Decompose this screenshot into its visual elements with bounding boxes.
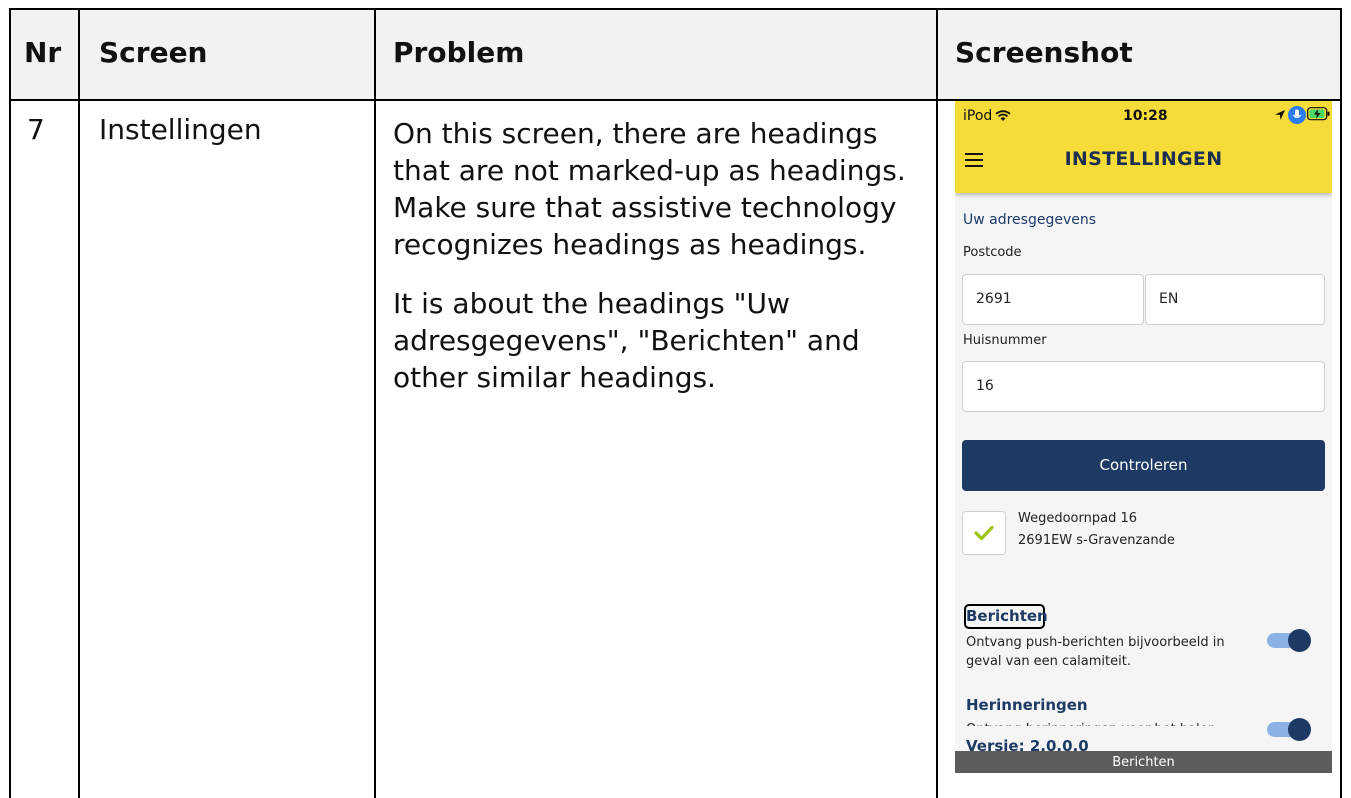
cell-nr: 7 <box>27 113 45 146</box>
table-header-background <box>10 9 1341 100</box>
address-section-heading: Uw adresgegevens <box>963 212 1097 228</box>
status-carrier: iPod <box>963 108 993 124</box>
tab-messages[interactable]: Berichten <box>955 751 1332 773</box>
battery-icon <box>1307 107 1330 121</box>
verified-address-city: 2691EW s-Gravenzande <box>1018 533 1175 548</box>
problem-paragraph: It is about the headings "Uw adresgegeve… <box>393 287 860 394</box>
app-bar: iPod 10:28 INSTELLINGEN <box>955 101 1332 193</box>
status-time: 10:28 <box>1123 108 1168 124</box>
table-col-border <box>9 8 11 798</box>
check-button[interactable]: Controleren <box>962 440 1325 491</box>
reminders-heading: Herinneringen <box>966 696 1088 714</box>
messages-toggle[interactable] <box>1267 629 1311 652</box>
cell-screen: Instellingen <box>99 113 262 146</box>
app-title: INSTELLINGEN <box>1064 148 1223 170</box>
header-screenshot: Screenshot <box>955 36 1133 69</box>
wifi-icon <box>995 110 1011 121</box>
table-col-border <box>936 8 938 798</box>
header-nr: Nr <box>24 36 62 69</box>
problem-paragraph: On this screen, there are headings that … <box>393 117 906 261</box>
header-problem: Problem <box>393 36 525 69</box>
location-arrow-icon <box>1275 110 1285 120</box>
postcode-label: Postcode <box>963 245 1022 260</box>
table-col-border <box>78 8 80 798</box>
table-col-border <box>1340 8 1342 798</box>
reminders-description: Ontvang herinneringen voor het halen <box>966 720 1256 726</box>
toggle-knob <box>1288 718 1311 741</box>
house-number-label: Huisnummer <box>963 333 1047 348</box>
postcode-numbers-input[interactable]: 2691 <box>962 274 1144 325</box>
cell-problem: On this screen, there are headings that … <box>393 115 923 418</box>
postcode-letters-input[interactable]: EN <box>1145 274 1325 325</box>
app-screenshot: iPod 10:28 INSTELLINGEN Uw adresgegevens… <box>955 101 1332 773</box>
verified-address-street: Wegedoornpad 16 <box>1018 511 1137 526</box>
messages-heading: Berichten <box>966 607 1048 625</box>
messages-description: Ontvang push-berichten bijvoorbeeld in g… <box>966 635 1225 669</box>
microphone-icon <box>1288 106 1306 124</box>
reminders-toggle[interactable] <box>1267 718 1311 741</box>
checkmark-icon <box>974 525 994 541</box>
house-number-input[interactable]: 16 <box>962 361 1325 412</box>
table-col-border <box>374 8 376 798</box>
address-verified-checkbox <box>962 511 1006 555</box>
toggle-knob <box>1288 629 1311 652</box>
table-border-top <box>9 8 1342 10</box>
header-screen: Screen <box>99 36 208 69</box>
